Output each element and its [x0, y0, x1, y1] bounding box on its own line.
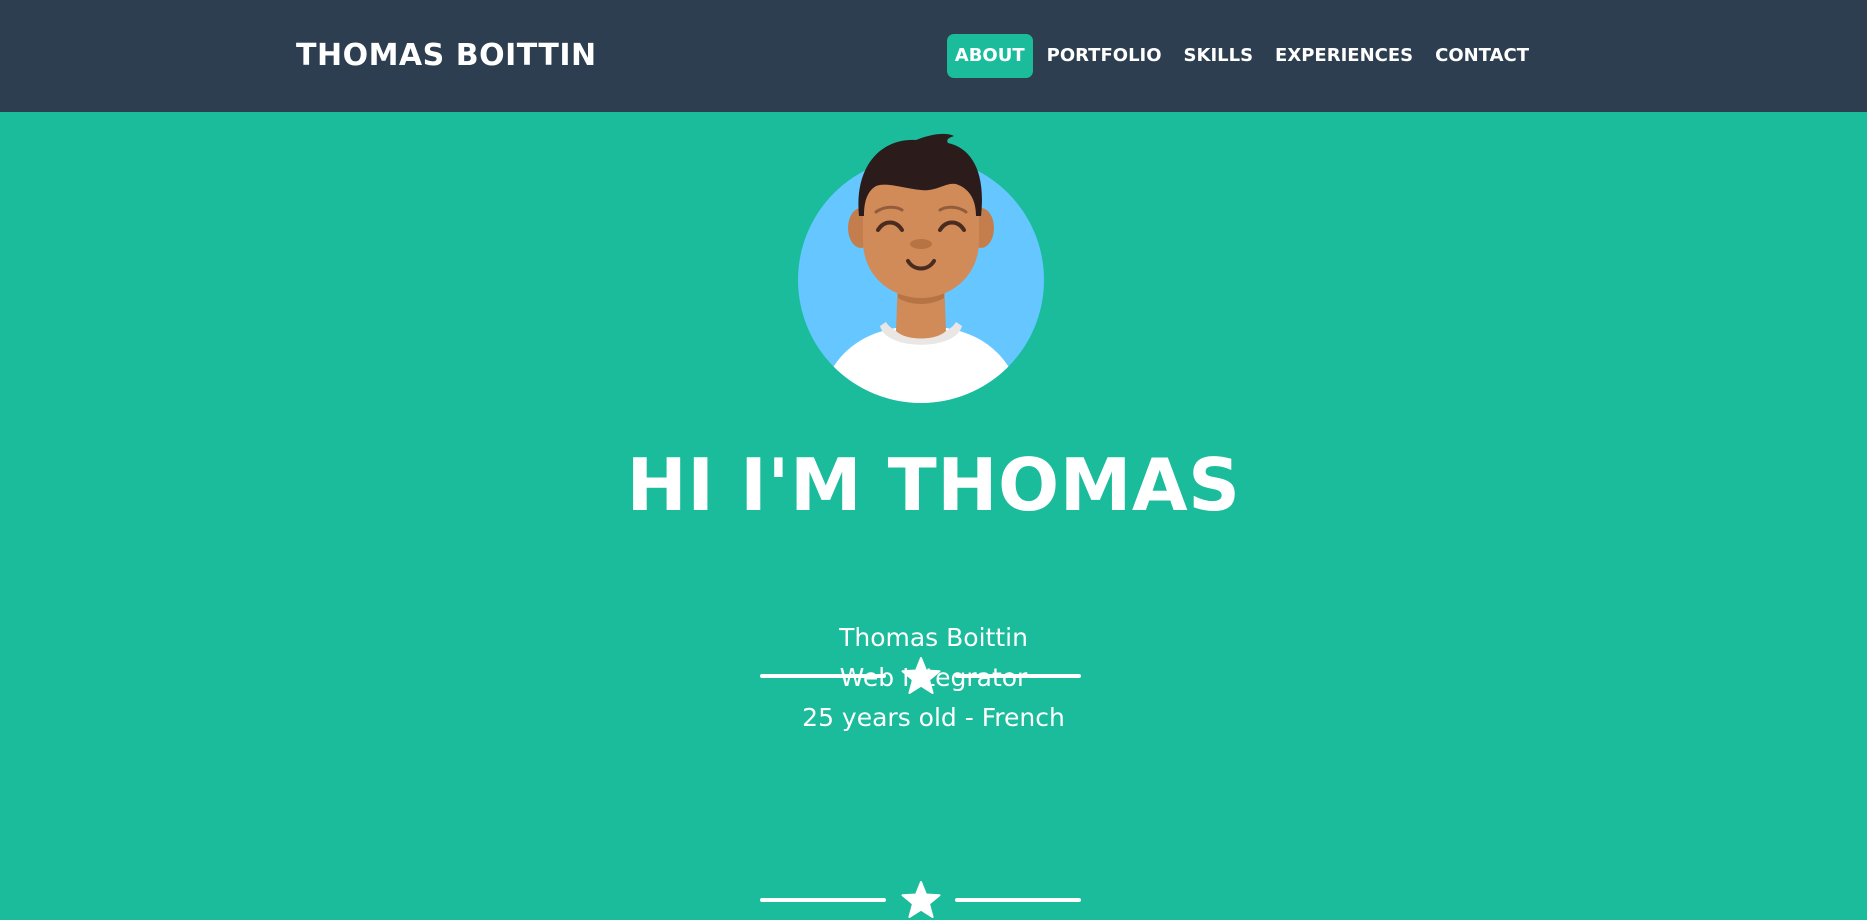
info-name: Thomas Boittin	[839, 623, 1028, 652]
divider-line-left	[760, 898, 886, 902]
nav-link-skills[interactable]: SKILLS	[1176, 34, 1262, 78]
brand-logo[interactable]: THOMAS BOITTIN	[296, 36, 597, 76]
info-details: 25 years old - French	[802, 703, 1065, 732]
star-icon	[901, 881, 941, 918]
hero-info: Thomas Boittin Web Integrator 25 years o…	[0, 618, 1867, 738]
navbar: THOMAS BOITTIN ABOUT PORTFOLIO SKILLS EX…	[0, 0, 1867, 112]
nav-link-contact[interactable]: CONTACT	[1427, 34, 1537, 78]
nav-link-about[interactable]: ABOUT	[946, 34, 1033, 78]
nav-link-experiences[interactable]: EXPERIENCES	[1267, 34, 1421, 78]
hero-title: HI I'M THOMAS	[626, 443, 1241, 527]
nav-item-experiences: EXPERIENCES	[1267, 34, 1421, 78]
nav-item-skills: SKILLS	[1176, 34, 1262, 78]
info-role: Web Integrator	[839, 663, 1028, 692]
avatar-illustration	[798, 133, 1044, 403]
nav-item-about: ABOUT	[946, 34, 1033, 78]
star-divider-bottom	[760, 880, 1081, 920]
nav-item-contact: CONTACT	[1427, 34, 1537, 78]
main-nav: ABOUT PORTFOLIO SKILLS EXPERIENCES CONTA…	[946, 34, 1537, 78]
nav-item-portfolio: PORTFOLIO	[1039, 34, 1170, 78]
divider-line-right	[955, 898, 1081, 902]
nav-link-portfolio[interactable]: PORTFOLIO	[1039, 34, 1170, 78]
